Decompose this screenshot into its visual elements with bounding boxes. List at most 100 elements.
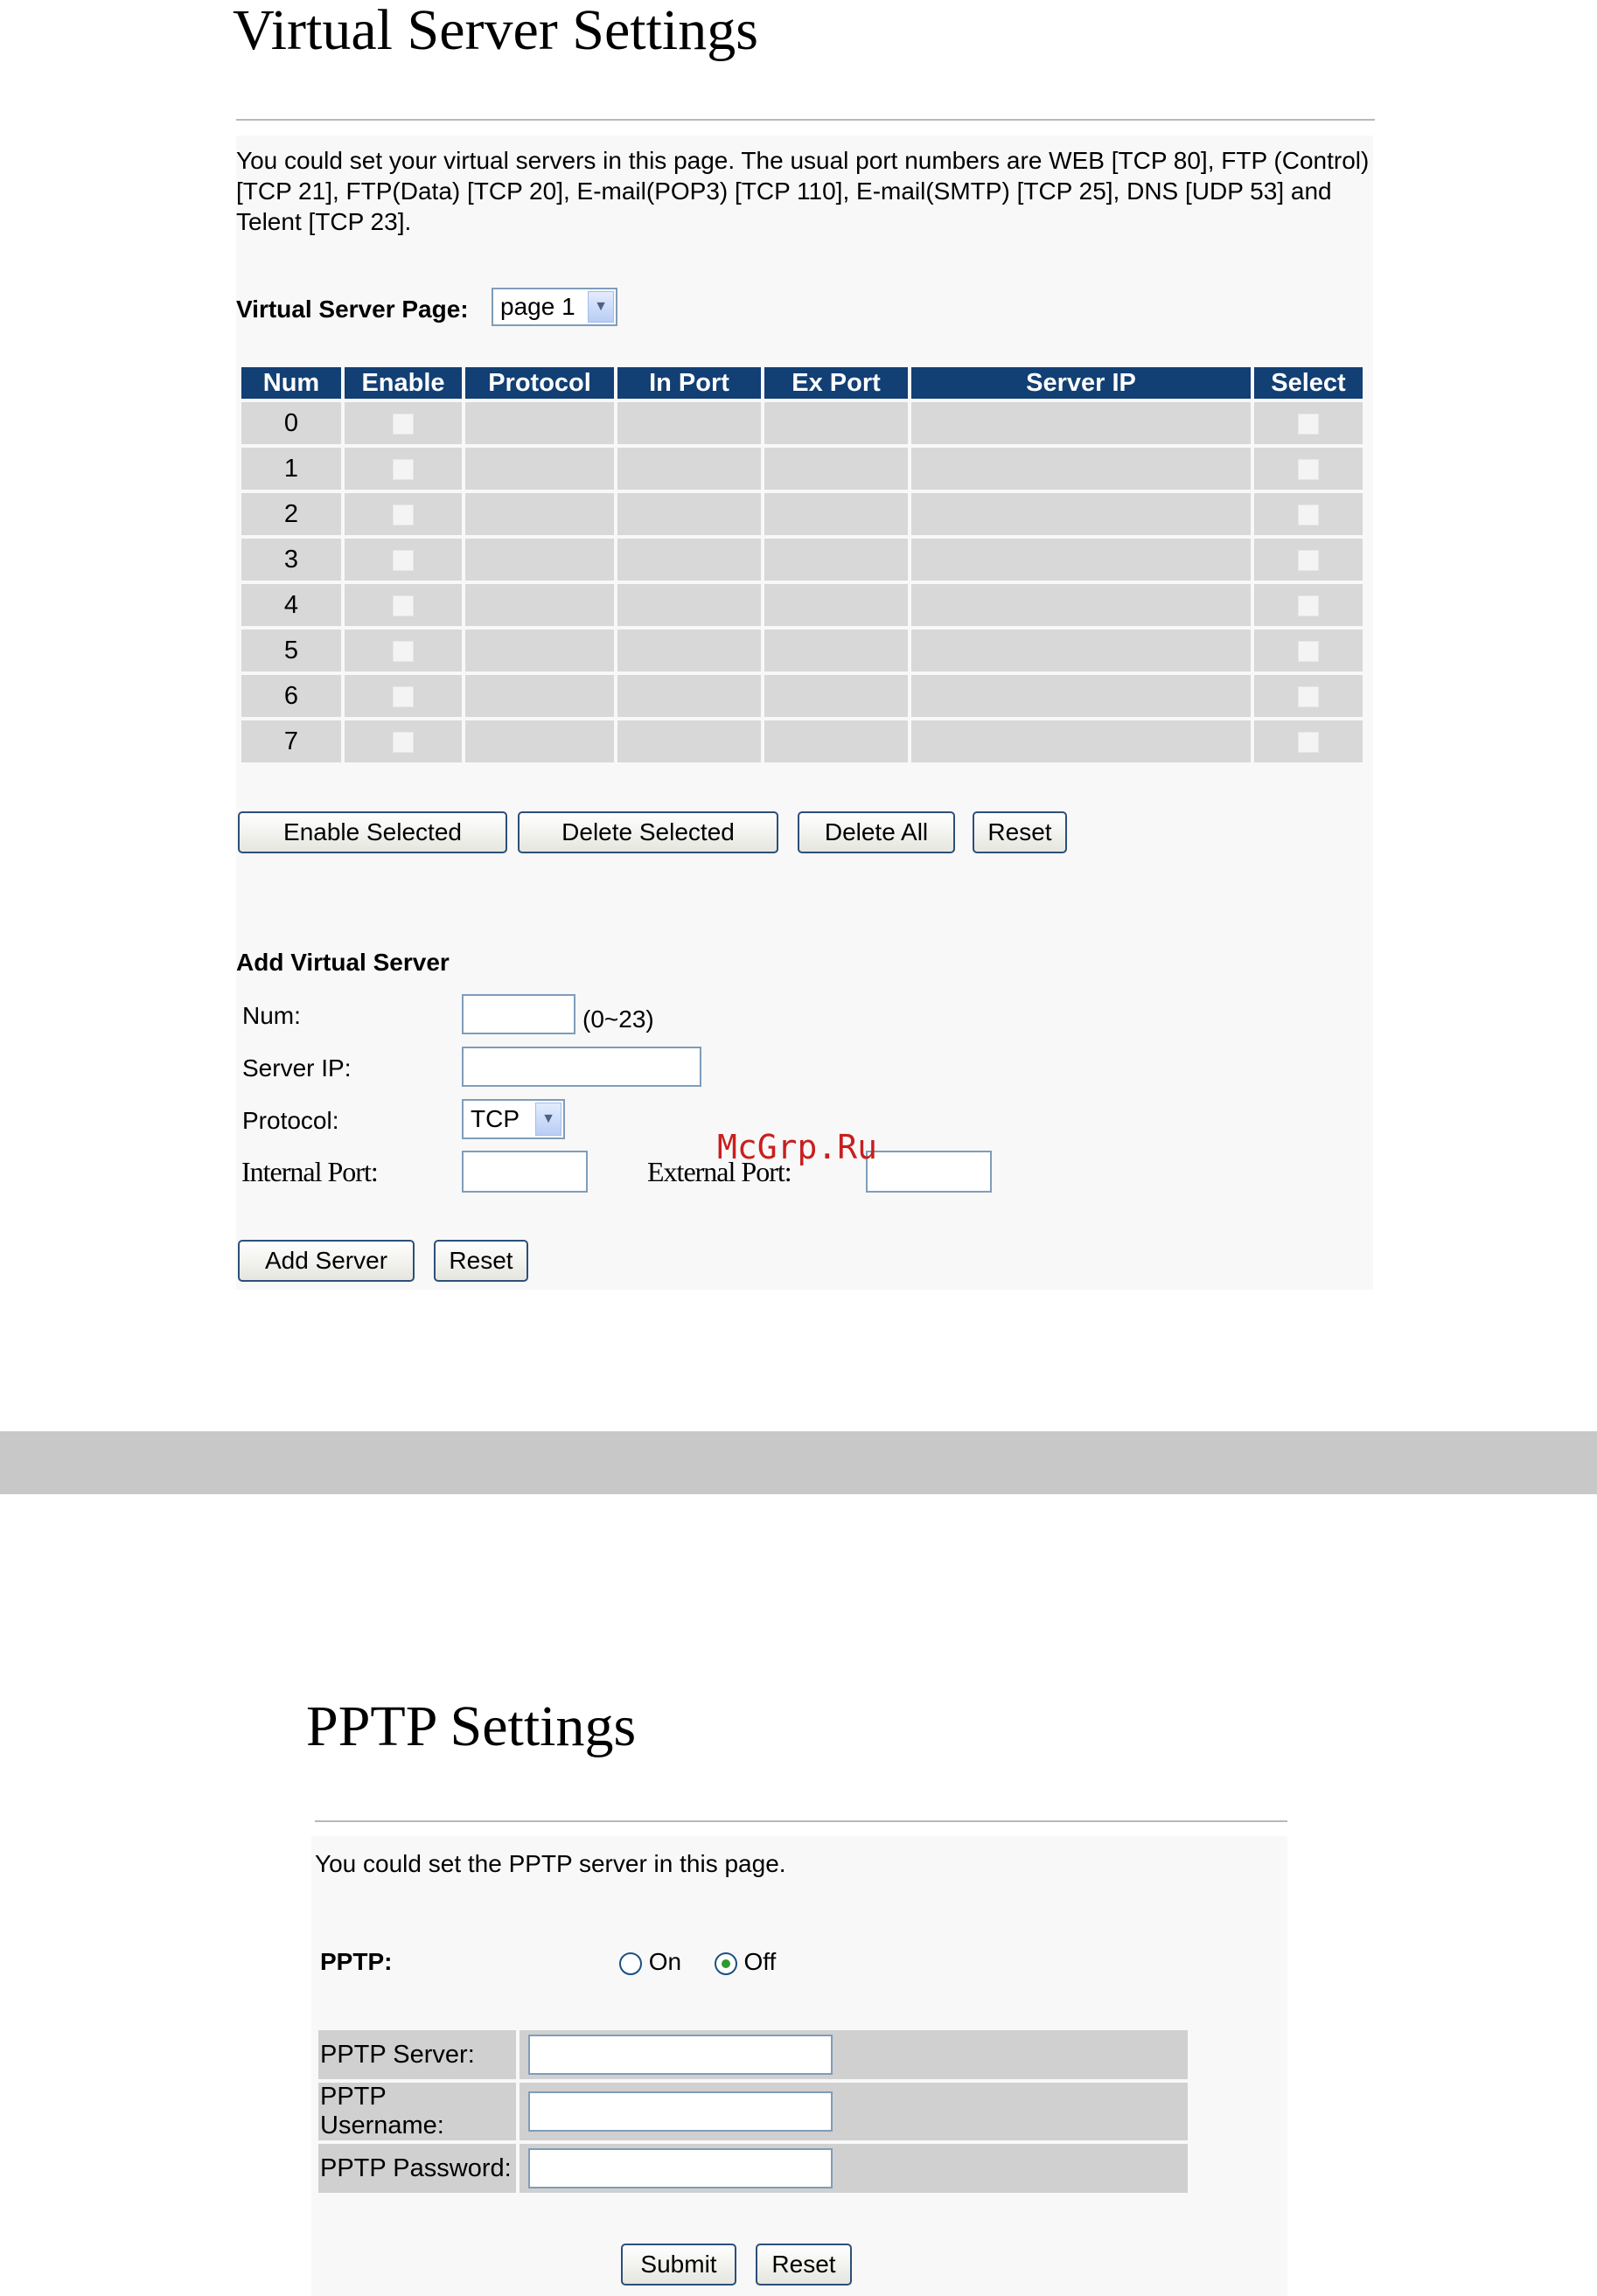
pptp-username-cell	[520, 2083, 1188, 2140]
row-num: 2	[241, 493, 341, 535]
pptp-password-cell	[520, 2144, 1188, 2193]
enable-selected-button[interactable]: Enable Selected	[238, 811, 507, 853]
enable-cell	[345, 402, 462, 444]
server-ip-label: Server IP:	[242, 1054, 352, 1082]
pptp-on-radio[interactable]	[619, 1952, 642, 1975]
add-server-button[interactable]: Add Server	[238, 1240, 415, 1282]
select-checkbox[interactable]	[1298, 413, 1319, 435]
col-header-in-port: In Port	[617, 367, 761, 399]
protocol-cell	[465, 493, 614, 535]
section-separator	[0, 1431, 1597, 1494]
pptp-intro-text: You could set the PPTP server in this pa…	[315, 1850, 786, 1877]
select-checkbox[interactable]	[1298, 685, 1319, 707]
col-header-num: Num	[241, 367, 341, 399]
num-input[interactable]	[462, 994, 575, 1034]
ex-port-cell	[764, 448, 908, 490]
table-row: 7	[241, 720, 1363, 762]
select-cell	[1254, 448, 1363, 490]
protocol-select[interactable]: TCP ▼	[462, 1099, 565, 1139]
row-num: 7	[241, 720, 341, 762]
enable-checkbox[interactable]	[393, 731, 414, 753]
col-header-protocol: Protocol	[465, 367, 614, 399]
protocol-cell	[465, 584, 614, 626]
enable-cell	[345, 720, 462, 762]
external-port-input[interactable]	[866, 1151, 992, 1193]
select-checkbox[interactable]	[1298, 549, 1319, 571]
row-num: 5	[241, 630, 341, 671]
chevron-down-icon[interactable]: ▼	[588, 291, 614, 323]
server-ip-cell	[911, 584, 1251, 626]
row-num: 4	[241, 584, 341, 626]
select-checkbox[interactable]	[1298, 731, 1319, 753]
row-num: 3	[241, 539, 341, 581]
pptp-title-divider	[315, 1820, 1287, 1822]
col-header-server-ip: Server IP	[911, 367, 1251, 399]
enable-checkbox[interactable]	[393, 685, 414, 707]
col-header-ex-port: Ex Port	[764, 367, 908, 399]
pptp-password-label: PPTP Password:	[318, 2144, 516, 2193]
virtual-server-table: Num Enable Protocol In Port Ex Port Serv…	[238, 364, 1366, 766]
pptp-title: PPTP Settings	[306, 1694, 637, 1758]
row-num: 6	[241, 675, 341, 717]
enable-cell	[345, 448, 462, 490]
in-port-cell	[617, 448, 761, 490]
select-checkbox[interactable]	[1298, 595, 1319, 616]
row-num: 0	[241, 402, 341, 444]
pptp-password-row: PPTP Password:	[318, 2144, 1188, 2193]
server-ip-input[interactable]	[462, 1047, 701, 1087]
pptp-server-row: PPTP Server:	[318, 2030, 1188, 2079]
table-reset-button[interactable]: Reset	[973, 811, 1067, 853]
enable-cell	[345, 630, 462, 671]
protocol-cell	[465, 539, 614, 581]
add-reset-button[interactable]: Reset	[434, 1240, 528, 1282]
server-ip-cell	[911, 493, 1251, 535]
submit-button[interactable]: Submit	[621, 2244, 736, 2286]
protocol-select-value: TCP	[471, 1105, 520, 1132]
select-checkbox[interactable]	[1298, 640, 1319, 662]
protocol-cell	[465, 402, 614, 444]
pptp-reset-button[interactable]: Reset	[756, 2244, 852, 2286]
chevron-down-icon[interactable]: ▼	[535, 1103, 561, 1136]
add-server-heading: Add Virtual Server	[236, 949, 450, 976]
pptp-server-cell	[520, 2030, 1188, 2079]
select-checkbox[interactable]	[1298, 458, 1319, 480]
enable-checkbox[interactable]	[393, 458, 414, 480]
protocol-cell	[465, 630, 614, 671]
col-header-enable: Enable	[345, 367, 462, 399]
server-ip-cell	[911, 720, 1251, 762]
enable-checkbox[interactable]	[393, 595, 414, 616]
server-ip-cell	[911, 675, 1251, 717]
protocol-cell	[465, 448, 614, 490]
pptp-server-input[interactable]	[528, 2035, 833, 2075]
pptp-off-radio[interactable]	[714, 1952, 737, 1975]
enable-cell	[345, 675, 462, 717]
select-checkbox[interactable]	[1298, 504, 1319, 525]
page-title: Virtual Server Settings	[233, 0, 758, 62]
in-port-cell	[617, 402, 761, 444]
ex-port-cell	[764, 493, 908, 535]
table-row: 3	[241, 539, 1363, 581]
pptp-username-input[interactable]	[528, 2091, 833, 2132]
pptp-form-table: PPTP Server: PPTP Username: PPTP Passwor…	[315, 2027, 1191, 2196]
num-range-hint: (0~23)	[582, 1005, 654, 1033]
ex-port-cell	[764, 539, 908, 581]
pptp-username-row: PPTP Username:	[318, 2083, 1188, 2140]
enable-checkbox[interactable]	[393, 504, 414, 525]
enable-checkbox[interactable]	[393, 549, 414, 571]
page-select[interactable]: page 1 ▼	[492, 288, 617, 326]
server-ip-cell	[911, 630, 1251, 671]
enable-cell	[345, 584, 462, 626]
page-select-label: Virtual Server Page:	[236, 296, 469, 323]
enable-checkbox[interactable]	[393, 640, 414, 662]
pptp-password-input[interactable]	[528, 2148, 833, 2188]
enable-checkbox[interactable]	[393, 413, 414, 435]
in-port-cell	[617, 539, 761, 581]
delete-all-button[interactable]: Delete All	[798, 811, 955, 853]
pptp-toggle-label: PPTP:	[320, 1948, 393, 1975]
delete-selected-button[interactable]: Delete Selected	[518, 811, 778, 853]
select-cell	[1254, 630, 1363, 671]
internal-port-input[interactable]	[462, 1151, 588, 1193]
row-num: 1	[241, 448, 341, 490]
enable-cell	[345, 539, 462, 581]
table-row: 0	[241, 402, 1363, 444]
